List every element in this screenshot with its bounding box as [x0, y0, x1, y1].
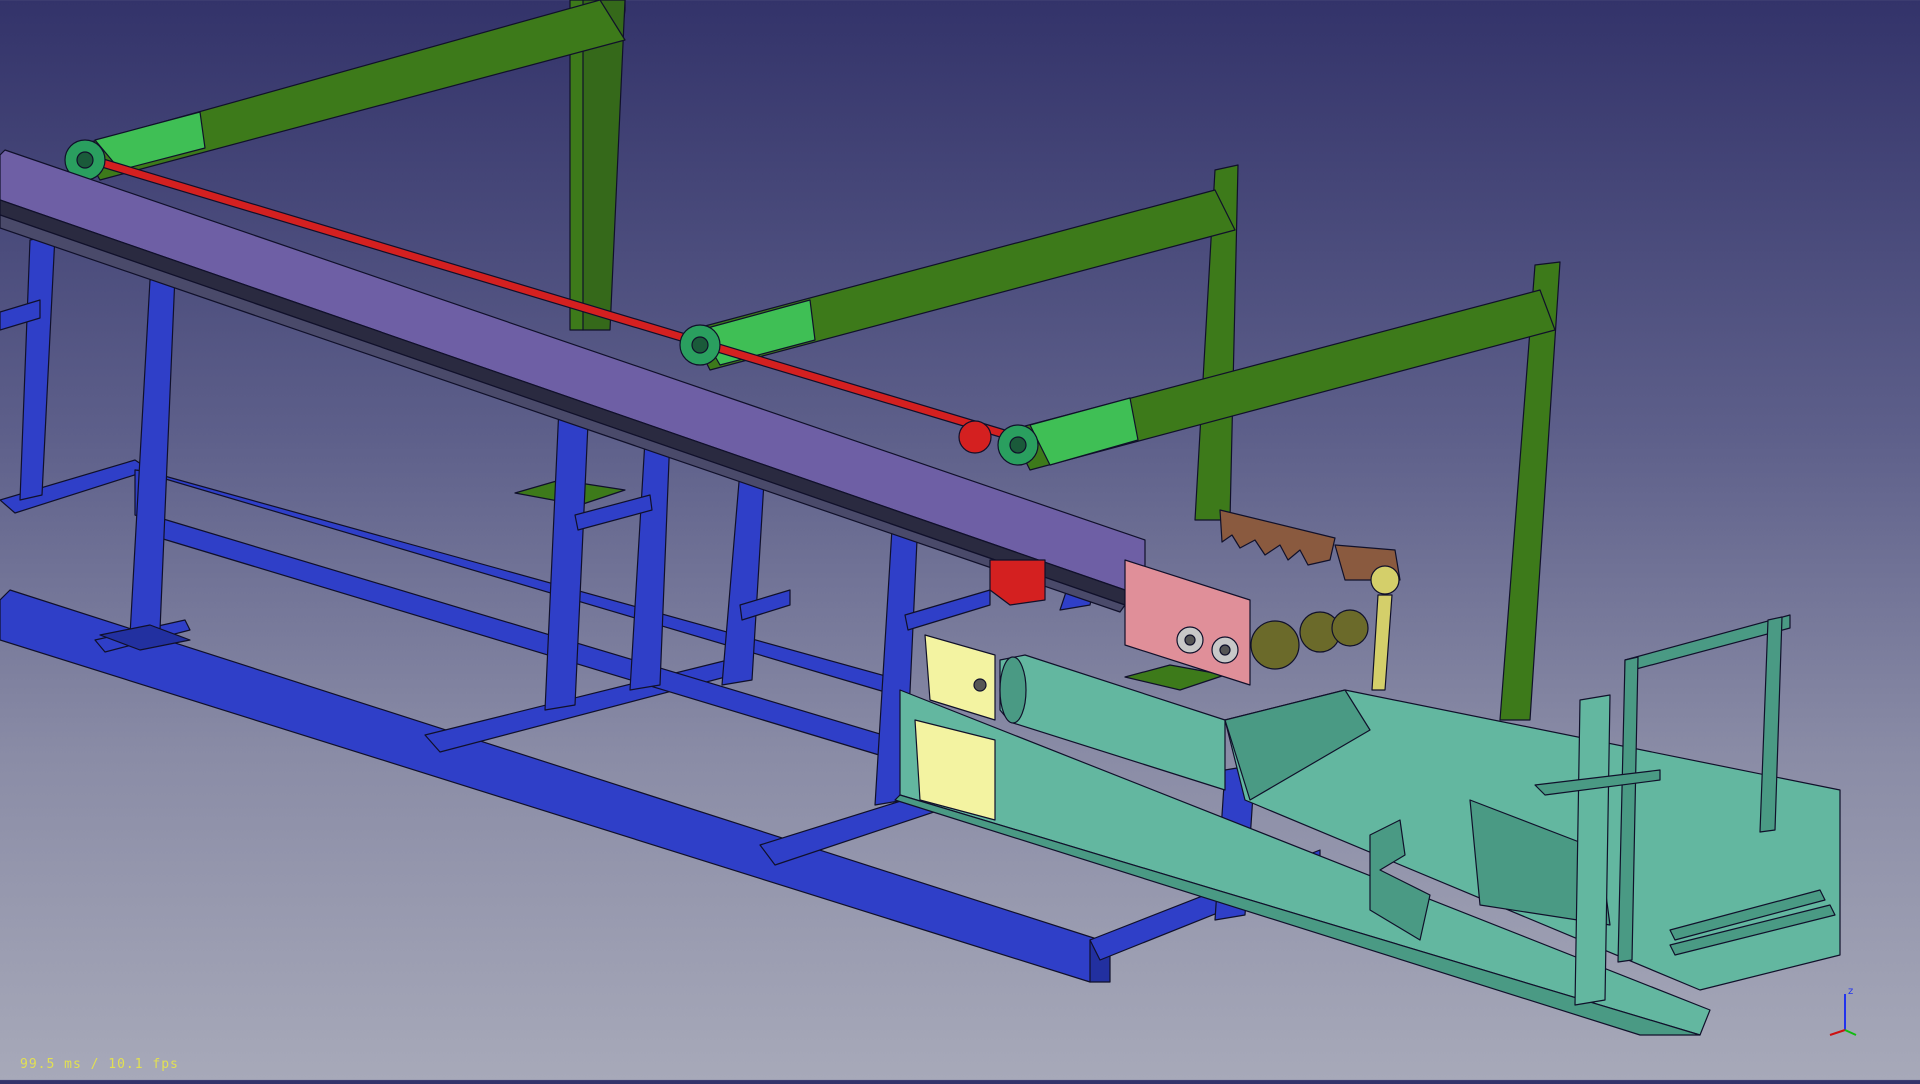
bearing-block — [1124, 559, 1251, 686]
3d-viewport[interactable]: 99.5 ms / 10.1 fps z — [0, 0, 1920, 1080]
bearing-2 — [679, 324, 721, 366]
fps-counter: 99.5 ms / 10.1 fps — [20, 1057, 179, 1072]
sprocket-red — [958, 420, 992, 454]
axis-label-z: z — [1848, 986, 1853, 997]
red-hub — [989, 559, 1046, 606]
saw-blade — [1219, 509, 1336, 566]
axis-cross: z — [1829, 986, 1857, 1036]
bearing-3 — [997, 424, 1039, 466]
log-splitter — [894, 614, 1841, 1036]
yellow-link — [1371, 594, 1393, 691]
cad-model-svg — [0, 0, 1841, 1036]
